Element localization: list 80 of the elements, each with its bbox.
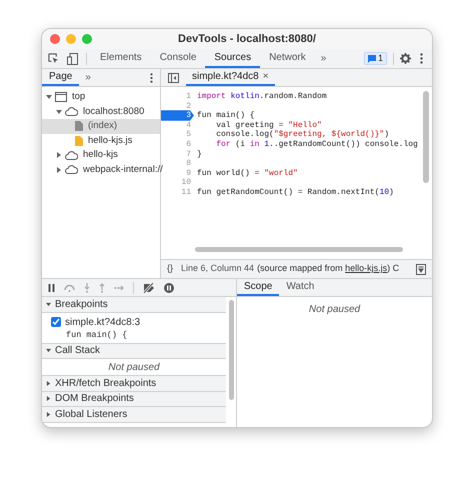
navigator-tab[interactable]: Page (42, 69, 80, 86)
issues-badge[interactable]: 1 (364, 52, 387, 65)
cloud-icon (65, 107, 78, 116)
sidebar-tab[interactable]: Scope (237, 279, 280, 296)
coverage-icon[interactable] (416, 264, 426, 274)
empty-message: Not paused (108, 360, 160, 374)
file-icon (75, 121, 83, 132)
line-number: 5 (186, 130, 192, 140)
frame-icon (55, 92, 67, 102)
line-number: 9 (186, 168, 192, 178)
expand-arrow-icon (46, 380, 51, 386)
pause-icon[interactable] (48, 284, 55, 292)
inspect-icon[interactable] (48, 53, 59, 64)
more-tabs-button[interactable]: » (79, 70, 97, 85)
expand-arrow-icon[interactable] (56, 152, 62, 158)
horizontal-scrollbar[interactable] (195, 247, 403, 252)
section-header[interactable]: Call Stack (42, 344, 226, 359)
tree-item[interactable]: top (42, 90, 160, 104)
close-tab-button[interactable]: × (262, 69, 269, 84)
line-number: 10 (181, 178, 192, 188)
window-title: DevTools - localhost:8080/ (178, 32, 316, 47)
vertical-scrollbar[interactable] (229, 300, 234, 400)
expand-arrow-icon (46, 412, 51, 417)
pretty-print-button[interactable]: {} (161, 262, 180, 276)
collapse-arrow-icon[interactable] (56, 108, 62, 115)
line-number: 1 (186, 92, 192, 102)
message-icon (368, 54, 376, 62)
tree-item[interactable]: localhost:8080 (42, 104, 160, 119)
cloud-icon (65, 150, 78, 160)
code-line: import kotlin.random.Random (196, 92, 327, 102)
source-map-info: (source mapped from hello-kjs.js) C (257, 262, 400, 276)
device-icon[interactable] (67, 52, 78, 64)
tree-item[interactable]: hello-kjs.js (42, 134, 160, 148)
checkbox[interactable] (51, 317, 61, 327)
file-icon (75, 136, 83, 146)
breakpoint-code: fun main() { (66, 330, 128, 340)
collapse-arrow-icon (46, 348, 51, 354)
source-file-link[interactable]: hello-kjs.js (345, 263, 388, 274)
expand-arrow-icon[interactable] (56, 166, 62, 173)
more-options-icon[interactable] (420, 53, 423, 64)
sidebar-tab[interactable]: Watch (279, 279, 322, 296)
deactivate-breakpoints-icon[interactable] (143, 282, 155, 292)
code-line: for (i in 1..getRandomCount()) console.log (215, 140, 418, 150)
code-line: fun world() = "world" (196, 168, 298, 178)
pause-on-exceptions-icon[interactable] (164, 282, 174, 292)
line-number: 2 (186, 102, 192, 112)
section-header[interactable]: Global Listeners (42, 407, 226, 422)
collapse-arrow-icon (46, 302, 51, 307)
more-options-icon[interactable] (150, 72, 153, 82)
code-line: } (196, 150, 202, 160)
code-line: console.log("$greeting, ${world()}") (215, 130, 390, 140)
sidebar-toggle-icon[interactable] (168, 72, 179, 82)
more-tabs-button[interactable]: » (314, 51, 332, 66)
breakpoint-marker[interactable] (161, 110, 194, 121)
code-line: val greeting = "Hello" (215, 120, 322, 130)
section-header[interactable]: XHR/fetch Breakpoints (42, 376, 226, 392)
expand-arrow-icon (46, 396, 51, 402)
close-button[interactable] (50, 34, 60, 44)
code-line: fun getRandomCount() = Random.nextInt(10) (196, 188, 394, 198)
panel-tab[interactable]: Console (150, 49, 206, 68)
tree-item[interactable]: (index) (42, 119, 160, 134)
line-number: 4 (186, 120, 192, 130)
cursor-position: Line 6, Column 44 (181, 262, 254, 276)
code-line: fun main() { (196, 111, 255, 121)
tree-item[interactable]: hello-kjs (42, 148, 160, 162)
line-number: 7 (186, 150, 192, 160)
line-number: 6 (186, 140, 192, 150)
panel-tab[interactable]: Elements (91, 49, 151, 68)
section-header[interactable]: DOM Breakpoints (42, 392, 226, 407)
empty-message: Not paused (308, 303, 360, 317)
breakpoint-location: simple.kt?4dc8:3 (65, 316, 140, 330)
line-number: 3 (186, 111, 192, 121)
line-number: 8 (186, 159, 192, 169)
cloud-icon (65, 165, 78, 174)
vertical-scrollbar[interactable] (423, 91, 429, 183)
section-header[interactable]: Breakpoints (42, 297, 226, 312)
collapse-arrow-icon[interactable] (46, 94, 52, 100)
panel-tab[interactable]: Network (260, 49, 315, 68)
line-number: 11 (181, 188, 192, 198)
settings-icon[interactable] (400, 53, 411, 64)
